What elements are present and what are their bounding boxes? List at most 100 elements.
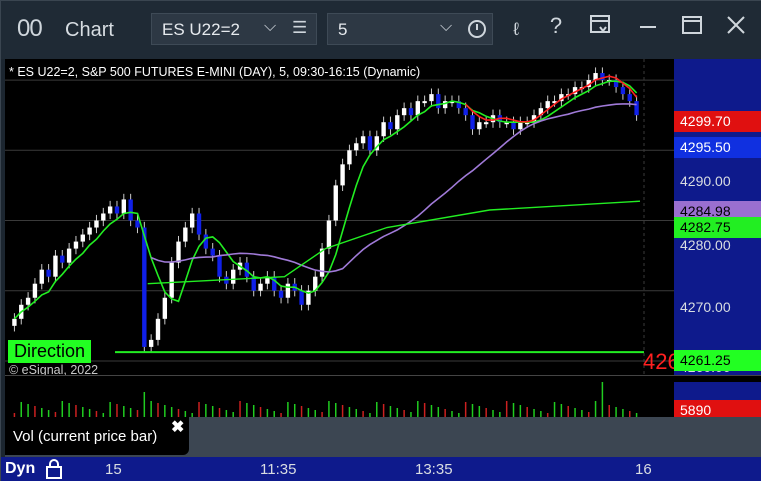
volume-pane[interactable] (5, 382, 674, 417)
candle-body (142, 227, 147, 347)
chart-header: * ES U22=2, S&P 500 FUTURES E-MINI (DAY)… (9, 65, 421, 79)
interval-selector[interactable]: 5 ⌵ (327, 13, 493, 45)
candle-body (463, 108, 468, 116)
candle-body (401, 108, 407, 116)
current-price-label: 4295.50 (674, 137, 761, 158)
price-tick: 4290.00 (680, 173, 731, 189)
close-icon[interactable] (721, 13, 751, 45)
study-bar: Vol (current price bar) ✖ (5, 417, 761, 457)
symbol-value: ES U22=2 (162, 20, 240, 39)
candle-body (634, 101, 639, 116)
candle-body (381, 122, 386, 137)
candle-body (176, 241, 181, 263)
candle-body (39, 269, 44, 284)
candle-body (53, 255, 58, 277)
candle-body (101, 213, 106, 221)
candle-body (285, 283, 291, 298)
candle-body (210, 248, 215, 256)
candle-body (121, 199, 126, 214)
candle-body (12, 318, 17, 326)
candle-body (169, 262, 174, 298)
price-tick: 4280.00 (680, 237, 731, 253)
green-ma-label: 4282.75 (674, 217, 761, 238)
candle-body (32, 283, 38, 298)
candle-body (354, 143, 359, 151)
volume-study-text: Vol (current price bar) (13, 428, 158, 445)
purple-ma-line (150, 103, 637, 273)
candle-body (25, 297, 31, 305)
dynamic-mode-label[interactable]: Dyn (5, 460, 35, 478)
price-chart[interactable]: * ES U22=2, S&P 500 FUTURES E-MINI (DAY)… (5, 59, 674, 375)
candle-body (326, 220, 332, 249)
time-label: 13:35 (415, 461, 453, 478)
candle-body (429, 94, 434, 102)
time-label: 11:35 (260, 461, 297, 478)
candle-body (620, 87, 626, 95)
candle-body (183, 227, 188, 242)
pane-divider[interactable] (5, 375, 761, 382)
help-icon[interactable]: ? (541, 13, 571, 45)
candle-body (60, 255, 65, 263)
candle-body (436, 94, 441, 109)
title-bar: 00 Chart ES U22=2 ⌵ ☰ 5 ⌵ ℓ ? (1, 1, 761, 59)
candle-body (128, 199, 133, 221)
candle-body (388, 122, 393, 130)
candle-body (483, 122, 489, 125)
candle-body (299, 290, 304, 305)
time-label: 16 (635, 461, 652, 478)
last-price-label: 4299.70 (674, 111, 761, 132)
volume-plot (13, 382, 638, 417)
candle-body (415, 101, 420, 116)
template-icon[interactable] (585, 13, 615, 45)
window-title: Chart (65, 19, 114, 41)
price-plot (5, 59, 674, 375)
green-ma-line (13, 80, 638, 320)
candle-body (395, 115, 400, 130)
volume-study-label[interactable]: Vol (current price bar) (5, 417, 189, 455)
candle-body (258, 283, 263, 291)
direction-price-label: 4261.25 (674, 350, 761, 371)
candle-body (347, 150, 352, 165)
red-ma-line (465, 75, 638, 123)
candle-body (340, 164, 345, 186)
clock-icon[interactable] (468, 20, 486, 38)
candle-body (203, 234, 209, 249)
close-study-icon[interactable]: ✖ (171, 417, 184, 437)
candle-body (470, 115, 475, 130)
chevron-down-icon[interactable]: ⌵ (264, 18, 276, 36)
time-axis[interactable]: Dyn 15 11:35 13:35 16 (1, 457, 761, 481)
candle-body (162, 297, 168, 319)
menu-icon[interactable]: ☰ (292, 18, 307, 38)
candle-body (278, 290, 284, 298)
interval-value: 5 (338, 20, 348, 39)
copyright-text: © eSignal, 2022 (9, 363, 99, 375)
candle-body (196, 213, 202, 235)
candle-body (422, 101, 427, 104)
candle-body (511, 122, 516, 130)
candle-body (66, 248, 72, 263)
candle-body (408, 108, 414, 116)
price-axis[interactable]: 4290.00 4280.00 4270.00 4260.00 4299.70 … (674, 59, 761, 375)
chevron-down-icon[interactable]: ⌵ (440, 18, 452, 36)
candle-body (189, 213, 195, 228)
lock-icon[interactable] (45, 459, 63, 479)
candle-body (155, 318, 161, 340)
direction-study-label[interactable]: Direction (8, 340, 92, 363)
chart-app-icon: 00 (17, 15, 43, 42)
candle-body (518, 122, 523, 130)
symbol-selector[interactable]: ES U22=2 ⌵ ☰ (151, 13, 317, 45)
minimize-icon[interactable] (633, 13, 663, 45)
maximize-icon[interactable] (677, 13, 707, 45)
price-tick: 4270.00 (680, 299, 731, 315)
candle-body (545, 101, 550, 109)
candle-body (107, 206, 113, 214)
candle-body (360, 136, 366, 144)
draw-tool-icon[interactable]: ℓ (501, 19, 531, 51)
candle-body (627, 94, 632, 102)
chart-window: 00 Chart ES U22=2 ⌵ ☰ 5 ⌵ ℓ ? * ES U22=2… (0, 0, 761, 481)
candle-body (73, 241, 79, 249)
candle-body (46, 269, 51, 277)
candle-body (94, 220, 99, 228)
candle-body (367, 136, 373, 151)
candle-body (80, 234, 85, 242)
